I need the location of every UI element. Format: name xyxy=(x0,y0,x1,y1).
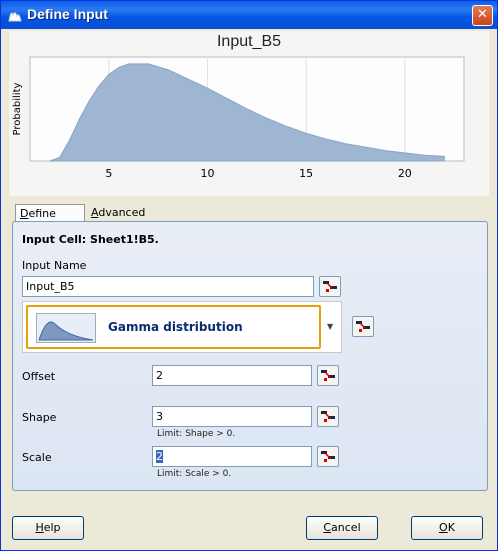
shape-label: Shape xyxy=(22,411,57,424)
distribution-selector[interactable]: Gamma distribution ▼ xyxy=(22,301,342,353)
scale-field[interactable]: 2 xyxy=(152,446,312,467)
x-tick-label: 5 xyxy=(105,167,112,180)
shape-ref-button[interactable] xyxy=(317,406,339,427)
offset-ref-button[interactable] xyxy=(317,365,339,386)
cancel-button[interactable]: Cancel xyxy=(306,516,378,540)
close-button[interactable]: ✕ xyxy=(472,5,493,26)
x-tick-label: 20 xyxy=(398,167,412,180)
cell-reference-icon xyxy=(356,321,370,332)
shape-field[interactable]: 3 xyxy=(152,406,312,427)
distribution-ref-button[interactable] xyxy=(352,316,374,337)
define-input-dialog: Define Input ✕ Input_B5 Probability 5 10 1… xyxy=(0,0,498,551)
distribution-name: Gamma distribution xyxy=(108,320,243,334)
offset-field[interactable]: 2 xyxy=(152,365,312,386)
x-tick-label: 10 xyxy=(201,167,215,180)
cell-reference-icon xyxy=(321,370,335,381)
chart-svg: Probability 5 10 15 20 xyxy=(12,56,465,180)
close-icon: ✕ xyxy=(477,7,488,22)
ok-button[interactable]: OK xyxy=(411,516,483,540)
ok-mnemonic: O xyxy=(439,521,448,534)
offset-label: Offset xyxy=(22,370,56,383)
title-bar[interactable]: Define Input ✕ xyxy=(1,1,497,29)
cancel-label: ancel xyxy=(331,521,361,534)
scale-selected-text: 2 xyxy=(156,450,163,463)
gamma-thumbnail-icon xyxy=(36,313,96,343)
scale-label: Scale xyxy=(22,451,52,464)
tab-advanced[interactable]: Advanced xyxy=(87,204,149,222)
tab-define-input[interactable]: Define Input xyxy=(15,204,85,233)
cell-reference-icon xyxy=(321,451,335,462)
ok-label: K xyxy=(447,521,455,534)
input-name-field[interactable]: Input_B5 xyxy=(22,276,314,297)
tab-advanced-label: dvanced xyxy=(98,206,146,219)
input-name-ref-button[interactable] xyxy=(319,276,341,297)
window-title: Define Input xyxy=(27,6,108,22)
x-tick-label: 15 xyxy=(299,167,313,180)
cell-reference-icon xyxy=(323,281,337,292)
help-button[interactable]: Help xyxy=(12,516,84,540)
help-mnemonic: H xyxy=(35,521,44,534)
cancel-mnemonic: C xyxy=(323,521,332,534)
distribution-chart: Input_B5 Probability 5 10 15 20 xyxy=(9,31,489,196)
distribution-selected[interactable]: Gamma distribution xyxy=(26,305,321,349)
input-cell-text: Input Cell: Sheet1!B5. xyxy=(22,233,159,246)
shape-limit-text: Limit: Shape > 0. xyxy=(157,429,236,439)
input-name-label: Input Name xyxy=(22,259,87,272)
dropdown-arrow-icon[interactable]: ▼ xyxy=(327,322,333,331)
scale-ref-button[interactable] xyxy=(317,446,339,467)
y-axis-label: Probability xyxy=(12,82,23,135)
scale-limit-text: Limit: Scale > 0. xyxy=(157,469,232,479)
cell-reference-icon xyxy=(321,411,335,422)
app-icon xyxy=(8,12,22,22)
help-label: elp xyxy=(43,521,61,534)
